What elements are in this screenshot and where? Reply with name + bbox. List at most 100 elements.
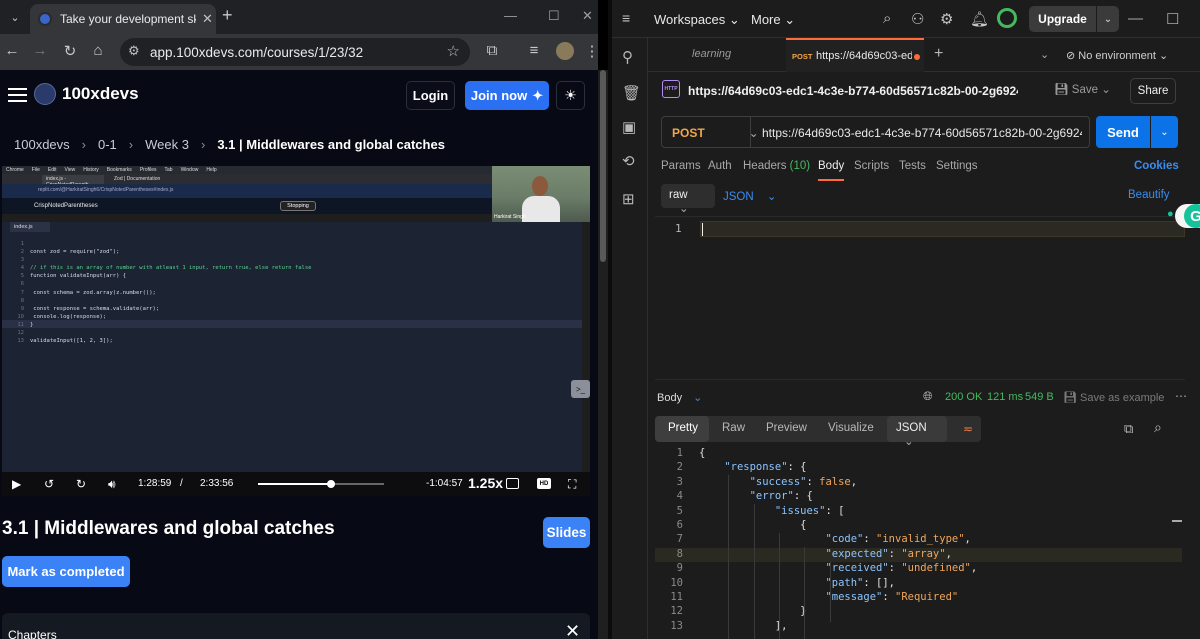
upgrade-button[interactable]: Upgrade (1029, 6, 1096, 32)
join-now-button[interactable]: Join now ✦ (465, 81, 549, 110)
search-icon[interactable]: ⌕ (883, 10, 891, 27)
view-tab-raw[interactable]: Raw (722, 422, 745, 434)
sync-status-icon[interactable] (997, 8, 1017, 28)
bookmark-star-icon[interactable]: ☆ (447, 42, 460, 60)
copy-icon[interactable]: ⧉ (1124, 421, 1133, 437)
reload-icon[interactable]: ↻ (60, 42, 80, 60)
mark-completed-button[interactable]: Mark as completed (2, 556, 130, 587)
tab-scripts[interactable]: Scripts (854, 160, 889, 172)
fullscreen-icon[interactable]: ⛶ (568, 477, 576, 492)
response-time[interactable]: 121 ms (987, 391, 1023, 403)
tab-active-request[interactable]: POST https://64d69c03-edc (786, 38, 924, 72)
volume-icon[interactable]: 🔊︎ (108, 477, 116, 492)
network-globe-icon[interactable]: 🌐︎ (923, 389, 933, 404)
add-tab-icon[interactable]: + (934, 45, 943, 63)
page-scrollbar[interactable] (598, 70, 608, 639)
tab-close-icon[interactable]: ✕ (202, 11, 213, 27)
extensions-icon[interactable]: ⧉ (482, 42, 502, 59)
notification-bell-icon[interactable]: 🔔︎ (970, 10, 989, 28)
quality-hd-icon[interactable]: HD (537, 478, 551, 489)
media-controls-icon[interactable]: ≡ (524, 42, 544, 59)
view-tab-preview[interactable]: Preview (766, 422, 807, 434)
response-size[interactable]: 549 B (1025, 391, 1054, 403)
breadcrumb-item[interactable]: Week 3 (145, 137, 189, 152)
save-button[interactable]: 💾︎ Save ⌄ (1054, 82, 1111, 96)
rewind-icon[interactable]: ↺ (44, 477, 54, 491)
beautify-link[interactable]: Beautify (1128, 189, 1170, 201)
page-scrollbar-thumb[interactable] (600, 70, 606, 262)
slides-button[interactable]: Slides (543, 517, 590, 548)
body-type-select[interactable]: raw ⌄ (661, 184, 715, 215)
view-tab-pretty[interactable]: Pretty (668, 422, 698, 434)
response-body-select[interactable]: Body ⌄ (657, 391, 702, 404)
forward-icon[interactable]: → (30, 42, 50, 59)
login-button[interactable]: Login (406, 81, 455, 110)
minimize-icon[interactable]: — (1128, 10, 1143, 27)
play-icon[interactable]: ▶ (12, 477, 21, 491)
seek-knob[interactable] (327, 480, 336, 488)
window-close-icon[interactable]: ✕ (582, 8, 593, 24)
postman-menu-icon[interactable]: ≡ (622, 10, 630, 26)
breadcrumb-item[interactable]: 0-1 (98, 137, 117, 152)
browser-tab-active[interactable]: Take your development skills fr ✕ (30, 4, 216, 34)
profile-avatar[interactable] (556, 42, 574, 60)
tab-auth[interactable]: Auth (708, 160, 732, 172)
response-body-viewer[interactable]: 1{2 "response": {3 "success": false, 4 "e… (655, 447, 1182, 639)
cookies-link[interactable]: Cookies (1134, 160, 1179, 172)
wrap-lines-icon[interactable]: ≂ (955, 416, 981, 442)
home-icon[interactable]: ⌂ (88, 42, 108, 59)
forward-skip-icon[interactable]: ↻ (76, 477, 86, 491)
playback-speed[interactable]: 1.25x (468, 475, 503, 491)
url-input[interactable]: https://64d69c03-edc1-4c3e-b774-60d56571… (762, 126, 1082, 140)
theme-toggle-sun-icon[interactable]: ☀ (556, 81, 585, 110)
search-response-icon[interactable]: ⌕ (1154, 419, 1162, 436)
chrome-menu-icon[interactable]: ⋮ (582, 42, 599, 60)
video-player[interactable]: Chrome File Edit View History Bookmarks … (2, 166, 590, 496)
tab-search-button[interactable]: ⌄ (4, 6, 26, 28)
back-icon[interactable]: ← (2, 42, 22, 59)
share-button[interactable]: Share (1130, 78, 1176, 104)
send-button[interactable]: Send (1096, 116, 1150, 148)
breadcrumb-item[interactable]: 100xdevs (14, 137, 70, 152)
response-more-icon[interactable]: ⋯ (1175, 389, 1187, 403)
site-logo-text[interactable]: 100xdevs (62, 84, 139, 104)
history-icon[interactable]: ⟲ (622, 152, 635, 170)
pip-icon[interactable] (506, 478, 519, 489)
environment-select[interactable]: ⊘ No environment ⌄ (1066, 49, 1168, 62)
maximize-icon[interactable]: ☐ (548, 8, 560, 24)
apps-icon[interactable]: ⊞ (622, 190, 635, 208)
tab-learning[interactable]: learning (692, 48, 731, 60)
save-as-example-button[interactable]: 💾︎ Save as example (1063, 391, 1164, 404)
response-scroll-indicator[interactable] (1172, 520, 1182, 522)
maximize-icon[interactable]: ☐ (1166, 10, 1179, 28)
address-bar[interactable]: ⚙ app.100xdevs.com/courses/1/23/32 ☆ (120, 38, 470, 66)
trash-icon[interactable]: 🗑︎ (622, 84, 641, 102)
body-format-select[interactable]: JSON ⌄ (723, 189, 777, 203)
request-name[interactable]: https://64d69c03-edc1-4c3e-b774-60d56571… (688, 84, 1018, 98)
chapters-close-icon[interactable]: ✕ (565, 621, 580, 639)
more-menu[interactable]: More ⌄ (751, 12, 795, 28)
response-format-select[interactable]: JSON ⌄ (887, 416, 947, 448)
send-dropdown-icon[interactable]: ⌄ (1151, 116, 1178, 148)
user-icon[interactable]: ⚲ (622, 48, 633, 66)
tab-body[interactable]: Body (818, 160, 844, 172)
tab-headers[interactable]: Headers (10) (743, 160, 810, 172)
hamburger-menu-icon[interactable] (8, 88, 27, 102)
view-tab-visualize[interactable]: Visualize (828, 422, 874, 434)
request-body-editor[interactable]: 1 (655, 216, 1185, 380)
environments-icon[interactable]: ▣ (622, 118, 636, 136)
settings-gear-icon[interactable]: ⚙ (940, 10, 953, 28)
workspaces-menu[interactable]: Workspaces ⌄ (654, 12, 740, 28)
tabs-dropdown-icon[interactable]: ⌄ (1040, 48, 1049, 61)
grammarly-pin-icon[interactable]: ● (1167, 208, 1181, 222)
method-select[interactable]: POST ⌄ (672, 126, 759, 140)
tab-settings[interactable]: Settings (936, 160, 978, 172)
tab-params[interactable]: Params (661, 160, 701, 172)
tab-tests[interactable]: Tests (899, 160, 926, 172)
new-tab-button[interactable]: + (222, 5, 233, 26)
seek-bar[interactable] (258, 480, 384, 488)
site-info-icon[interactable]: ⚙ (128, 43, 140, 59)
response-status[interactable]: 200 OK (945, 391, 982, 403)
minimize-icon[interactable]: — (504, 8, 517, 23)
upgrade-dropdown-icon[interactable]: ⌄ (1097, 6, 1119, 32)
